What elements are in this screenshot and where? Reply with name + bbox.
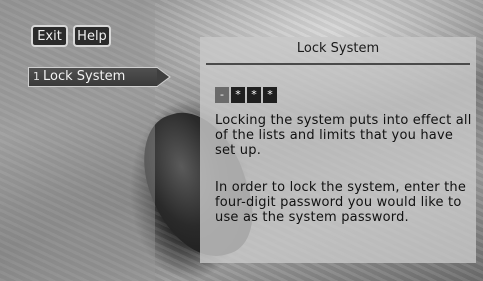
menu-item-label: Lock System <box>43 69 126 84</box>
password-digit-4[interactable]: * <box>263 87 277 103</box>
menu-item-number: 1 <box>33 70 40 83</box>
description-paragraph-1: Locking the system puts into effect all … <box>215 113 472 158</box>
password-digit-1[interactable]: - <box>215 87 229 103</box>
help-button[interactable]: Help <box>73 25 111 47</box>
password-digit-2[interactable]: * <box>231 87 245 103</box>
password-entry[interactable]: - * * * <box>215 87 279 103</box>
panel-title: Lock System <box>296 41 380 56</box>
password-digit-3[interactable]: * <box>247 87 261 103</box>
description-paragraph-2: In order to lock the system, enter the f… <box>215 180 467 225</box>
title-divider <box>206 63 470 65</box>
exit-button[interactable]: Exit <box>31 25 68 47</box>
menu-item-lock-system[interactable]: 1 Lock System <box>28 67 158 87</box>
selection-arrow-fill <box>157 68 169 86</box>
